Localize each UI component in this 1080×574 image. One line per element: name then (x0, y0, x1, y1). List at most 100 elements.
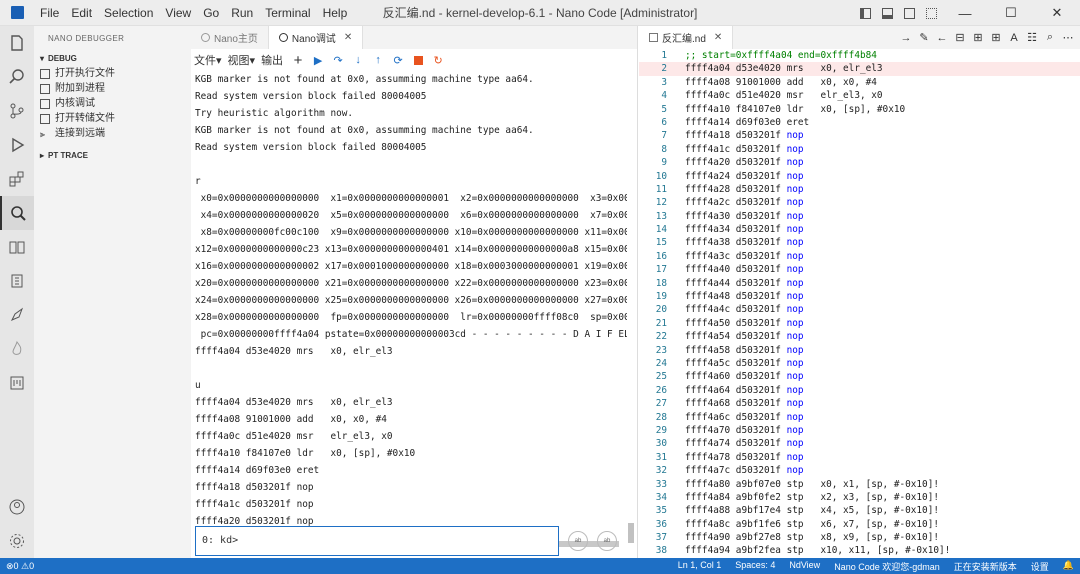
settings-gear-icon[interactable] (0, 524, 34, 558)
close-icon[interactable]: ✕ (714, 32, 722, 43)
code-line[interactable]: 7 ffff4a18 d503201f nop (639, 129, 1080, 142)
file-menu-button[interactable]: 文件▾ (194, 52, 222, 68)
bell-icon[interactable]: 🔔 (1063, 560, 1074, 573)
code-line[interactable]: 15 ffff4a38 d503201f nop (639, 236, 1080, 249)
code-line[interactable]: 28 ffff4a6c d503201f nop (639, 411, 1080, 424)
code-line[interactable]: 25 ffff4a60 d503201f nop (639, 370, 1080, 383)
more-actions-icon[interactable]: ⋯ (1060, 30, 1076, 46)
command-input[interactable]: 0: kd> (195, 526, 559, 556)
bookmark-icon[interactable]: ⊞ (970, 30, 986, 46)
sidebar-item-attach-process[interactable]: 附加到进程 (34, 81, 191, 96)
match-word-button[interactable]: ab (597, 531, 617, 551)
account-icon[interactable] (0, 490, 34, 524)
menu-view[interactable]: View (159, 0, 197, 26)
code-line[interactable]: 3 ffff4a08 91001000 add x0, x0, #4 (639, 76, 1080, 89)
code-line[interactable]: 6 ffff4a14 d69f03e0 eret (639, 116, 1080, 129)
sidebar-item-open-executable[interactable]: 打开执行文件 (34, 66, 191, 81)
continue-icon[interactable]: ▶ (309, 51, 327, 69)
pencil-icon[interactable]: ✎ (916, 30, 932, 46)
code-line[interactable]: 32 ffff4a7c d503201f nop (639, 464, 1080, 477)
search-icon[interactable]: ⌕ (1042, 30, 1058, 46)
code-line[interactable]: 36 ffff4a8c a9bf1fe6 stp x6, x7, [sp, #-0… (639, 518, 1080, 531)
toggle-panel-icon[interactable] (876, 0, 898, 26)
code-line[interactable]: 31 ffff4a78 d503201f nop (639, 451, 1080, 464)
code-line[interactable]: 18 ffff4a44 d503201f nop (639, 277, 1080, 290)
code-line[interactable]: 23 ffff4a58 d503201f nop (639, 344, 1080, 357)
code-line[interactable]: 29 ffff4a70 d503201f nop (639, 424, 1080, 437)
output-menu-button[interactable]: 输出 (261, 52, 283, 68)
menu-terminal[interactable]: Terminal (259, 0, 316, 26)
indentation[interactable]: Spaces: 4 (735, 560, 775, 573)
view-menu-button[interactable]: 视图▾ (228, 52, 256, 68)
installing-update[interactable]: 正在安装新版本 (954, 560, 1017, 573)
table-icon[interactable]: ☷ (1024, 30, 1040, 46)
sidebar-item-connect-remote[interactable]: ⫸ 连接到远端 (34, 126, 191, 141)
code-line[interactable]: 2 ffff4a04 d53e4020 mrs x0, elr_el3 (639, 62, 1080, 76)
code-line[interactable]: 26 ffff4a64 d503201f nop (639, 384, 1080, 397)
code-line[interactable]: 5 ffff4a10 f84107e0 ldr x0, [sp], #0x10 (639, 103, 1080, 116)
code-line[interactable]: 21 ffff4a50 d503201f nop (639, 317, 1080, 330)
building-icon[interactable] (0, 264, 34, 298)
step-out-icon[interactable]: ↑ (369, 51, 387, 69)
code-line[interactable]: 24 ffff4a5c d503201f nop (639, 357, 1080, 370)
step-into-icon[interactable]: ↓ (349, 51, 367, 69)
extensions-icon[interactable] (0, 162, 34, 196)
rocket-icon[interactable] (0, 298, 34, 332)
bookmark-next-icon[interactable]: ⊞ (988, 30, 1004, 46)
arrow-right-icon[interactable]: → (898, 30, 914, 46)
code-line[interactable]: 17 ffff4a40 d503201f nop (639, 263, 1080, 276)
toggle-secondary-sidebar-icon[interactable] (898, 0, 920, 26)
debug-section-header[interactable]: ▾ DEBUG (34, 50, 191, 66)
code-line[interactable]: 1 ;; start=0xffff4a04 end=0xffff4b84 (639, 49, 1080, 62)
board-icon[interactable] (0, 366, 34, 400)
toggle-sidebar-icon[interactable] (854, 0, 876, 26)
code-line[interactable]: 19 ffff4a48 d503201f nop (639, 290, 1080, 303)
code-line[interactable]: 12 ffff4a2c d503201f nop (639, 196, 1080, 209)
split-editor-icon[interactable]: ⊟ (952, 30, 968, 46)
tab-nano-debug[interactable]: Nano调试 ✕ (268, 26, 364, 49)
cursor-position[interactable]: Ln 1, Col 1 (678, 560, 722, 573)
close-icon[interactable]: ✕ (344, 32, 352, 43)
sidebar-item-kernel-debug[interactable]: 内核调试 (34, 96, 191, 111)
search-icon[interactable] (0, 60, 34, 94)
welcome-user[interactable]: Nano Code 欢迎您-gdman (834, 560, 940, 573)
add-icon[interactable]: + (289, 51, 307, 69)
code-line[interactable]: 13 ffff4a30 d503201f nop (639, 210, 1080, 223)
view-mode[interactable]: NdView (789, 560, 820, 573)
step-over-icon[interactable]: ↷ (329, 51, 347, 69)
menu-help[interactable]: Help (317, 0, 354, 26)
maximize-button[interactable]: ☐ (988, 0, 1034, 26)
code-line[interactable]: 16 ffff4a3c d503201f nop (639, 250, 1080, 263)
code-line[interactable]: 11 ffff4a28 d503201f nop (639, 183, 1080, 196)
pt-trace-section-header[interactable]: ▸ PT TRACE (34, 147, 191, 163)
code-line[interactable]: 33 ffff4a80 a9bf07e0 stp x0, x1, [sp, #-0… (639, 478, 1080, 491)
book-icon[interactable] (0, 230, 34, 264)
reload-icon[interactable]: ↻ (429, 51, 447, 69)
settings-item[interactable]: 设置 (1031, 560, 1049, 573)
code-line[interactable]: 10 ffff4a24 d503201f nop (639, 170, 1080, 183)
menu-selection[interactable]: Selection (98, 0, 159, 26)
source-control-icon[interactable] (0, 94, 34, 128)
code-line[interactable]: 9 ffff4a20 d503201f nop (639, 156, 1080, 169)
minimize-button[interactable]: — (942, 0, 988, 26)
menu-edit[interactable]: Edit (65, 0, 98, 26)
stop-icon[interactable] (409, 51, 427, 69)
menu-run[interactable]: Run (225, 0, 259, 26)
match-case-button[interactable]: ab (568, 531, 588, 551)
code-line[interactable]: 14 ffff4a34 d503201f nop (639, 223, 1080, 236)
restart-icon[interactable]: ⟳ (389, 51, 407, 69)
nano-debugger-icon[interactable] (0, 196, 34, 230)
sidebar-item-open-dump[interactable]: 打开转储文件 (34, 111, 191, 126)
explorer-icon[interactable] (0, 26, 34, 60)
flame-icon[interactable] (0, 332, 34, 366)
code-line[interactable]: 22 ffff4a54 d503201f nop (639, 330, 1080, 343)
code-line[interactable]: 38 ffff4a94 a9bf2fea stp x10, x11, [sp, #… (639, 544, 1080, 557)
tab-nano-home[interactable]: Nano主页 (191, 26, 269, 49)
menu-go[interactable]: Go (197, 0, 225, 26)
code-line[interactable]: 35 ffff4a88 a9bf17e4 stp x4, x5, [sp, #-0… (639, 504, 1080, 517)
code-line[interactable]: 4 ffff4a0c d51e4020 msr elr_el3, x0 (639, 89, 1080, 102)
code-line[interactable]: 37 ffff4a90 a9bf27e8 stp x8, x9, [sp, #-0… (639, 531, 1080, 544)
code-line[interactable]: 8 ffff4a1c d503201f nop (639, 143, 1080, 156)
customize-layout-icon[interactable] (920, 0, 942, 26)
font-icon[interactable]: A (1006, 30, 1022, 46)
